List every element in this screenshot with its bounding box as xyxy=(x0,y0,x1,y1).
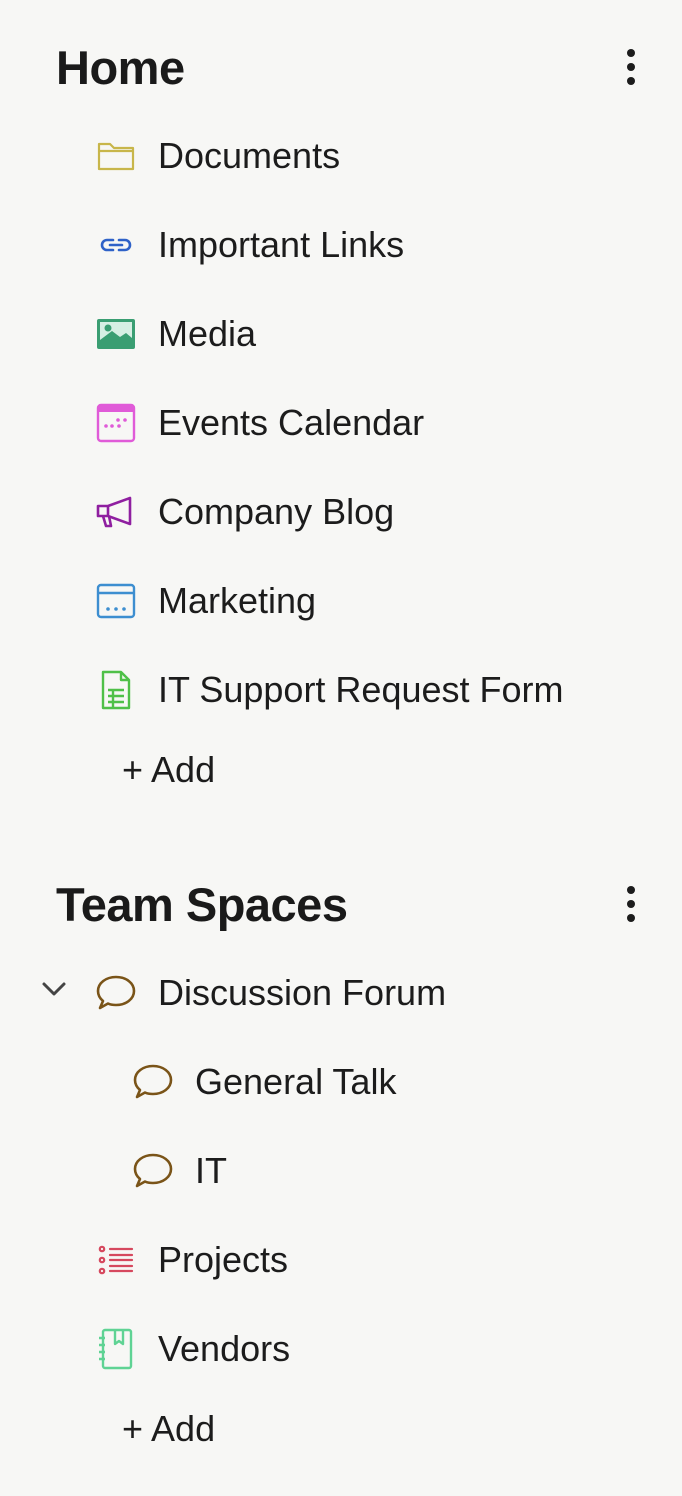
checklist-icon xyxy=(94,1238,138,1282)
sidebar-item-company-blog[interactable]: Company Blog xyxy=(94,482,394,542)
sidebar-item-label: Vendors xyxy=(158,1328,291,1369)
sidebar-item-it-support-request-form[interactable]: IT Support Request Form xyxy=(94,660,564,720)
sidebar-item-general-talk[interactable]: General Talk xyxy=(131,1052,396,1112)
browser-window-icon xyxy=(94,579,138,623)
sidebar-item-documents[interactable]: Documents xyxy=(94,126,340,186)
speech-bubble-icon xyxy=(94,971,138,1015)
chevron-down-icon[interactable] xyxy=(38,973,70,1005)
sidebar-item-discussion-forum[interactable]: Discussion Forum xyxy=(94,963,446,1023)
sidebar-item-events-calendar[interactable]: Events Calendar xyxy=(94,393,424,453)
sidebar-item-projects[interactable]: Projects xyxy=(94,1230,288,1290)
home-add-button[interactable]: + Add xyxy=(122,749,215,791)
sidebar-item-label: IT Support Request Form xyxy=(158,669,564,710)
sidebar-item-label: IT xyxy=(195,1150,227,1191)
link-icon xyxy=(94,223,138,267)
sidebar-item-label: Projects xyxy=(158,1239,289,1280)
team-spaces-add-button[interactable]: + Add xyxy=(122,1408,215,1450)
sidebar-item-label: Marketing xyxy=(158,580,317,621)
sidebar-item-label: Important Links xyxy=(158,224,405,265)
home-more-options-button[interactable] xyxy=(616,42,646,92)
address-book-icon xyxy=(94,1327,138,1371)
team-spaces-section-header: Team Spaces xyxy=(56,874,646,934)
sidebar-item-label: Documents xyxy=(158,135,341,176)
image-icon xyxy=(94,312,138,356)
more-vertical-icon xyxy=(627,886,635,894)
folder-icon xyxy=(94,134,138,178)
megaphone-icon xyxy=(94,490,138,534)
home-section-title: Home xyxy=(56,40,185,94)
sidebar-item-marketing[interactable]: Marketing xyxy=(94,571,316,631)
form-icon xyxy=(94,668,138,712)
sidebar-item-important-links[interactable]: Important Links xyxy=(94,215,404,275)
team-spaces-more-options-button[interactable] xyxy=(616,879,646,929)
speech-bubble-icon xyxy=(131,1060,175,1104)
sidebar-item-it[interactable]: IT xyxy=(131,1141,227,1201)
sidebar-item-label: Company Blog xyxy=(158,491,395,532)
sidebar-item-label: Events Calendar xyxy=(158,402,425,443)
sidebar-item-label: Media xyxy=(158,313,257,354)
team-spaces-section-title: Team Spaces xyxy=(56,877,348,931)
calendar-icon xyxy=(94,401,138,445)
sidebar-item-vendors[interactable]: Vendors xyxy=(94,1319,290,1379)
sidebar-item-label: General Talk xyxy=(195,1061,397,1102)
sidebar-item-label: Discussion Forum xyxy=(158,972,447,1013)
speech-bubble-icon xyxy=(131,1149,175,1193)
sidebar-item-media[interactable]: Media xyxy=(94,304,256,364)
more-vertical-icon xyxy=(627,49,635,57)
home-section-header: Home xyxy=(56,37,646,97)
